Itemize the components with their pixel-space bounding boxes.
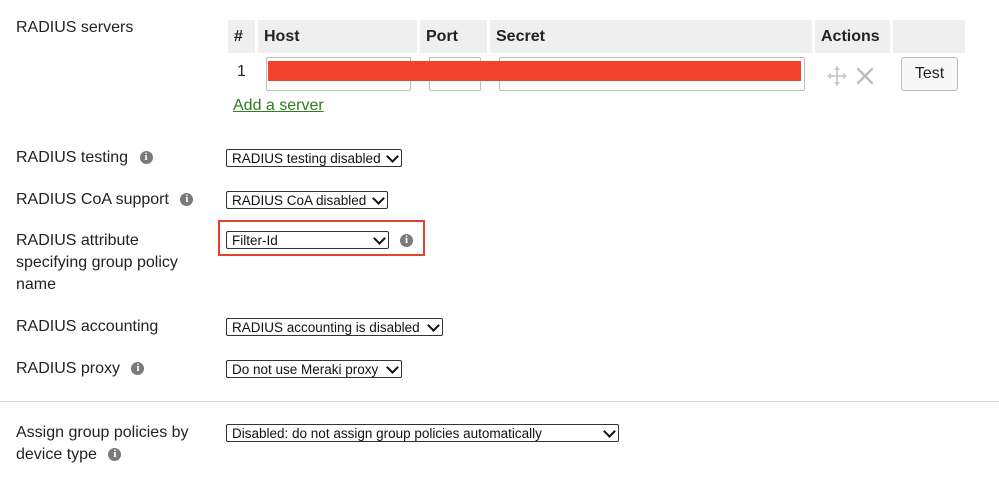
assign-group-policies-line2: device type: [16, 446, 97, 463]
radius-attribute-label: RADIUS attribute specifying group policy…: [16, 230, 178, 296]
column-header-actions: Actions: [815, 20, 890, 53]
radius-attribute-select[interactable]: Filter-Id: [226, 231, 389, 249]
radius-accounting-select[interactable]: RADIUS accounting is disabled: [226, 318, 443, 336]
column-header-host: Host: [258, 20, 417, 53]
radius-coa-value: RADIUS CoA disabled: [232, 193, 367, 208]
chevron-down-icon: [372, 192, 385, 205]
row-number: 1: [237, 63, 246, 80]
assign-group-policies-value: Disabled: do not assign group policies a…: [232, 426, 542, 441]
assign-group-policies-line1: Assign group policies by: [16, 424, 189, 441]
radius-proxy-select[interactable]: Do not use Meraki proxy: [226, 360, 402, 378]
radius-coa-label: RADIUS CoA support i: [16, 189, 194, 211]
chevron-down-icon: [427, 319, 440, 332]
radius-testing-value: RADIUS testing disabled: [232, 151, 381, 166]
radius-testing-select[interactable]: RADIUS testing disabled: [226, 149, 402, 167]
radius-testing-text: RADIUS testing: [16, 149, 129, 166]
radius-attribute-label-line3: name: [16, 276, 57, 293]
test-button[interactable]: Test: [901, 57, 958, 91]
move-icon[interactable]: [827, 66, 847, 86]
radius-attribute-label-line2: specifying group policy: [16, 254, 178, 271]
delete-icon[interactable]: [856, 67, 874, 85]
radius-proxy-label: RADIUS proxy i: [16, 358, 145, 380]
radius-servers-label: RADIUS servers: [16, 19, 134, 36]
info-icon[interactable]: i: [400, 234, 413, 247]
radius-coa-select[interactable]: RADIUS CoA disabled: [226, 191, 388, 209]
radius-testing-label: RADIUS testing i: [16, 147, 153, 169]
info-icon[interactable]: i: [131, 362, 145, 376]
radius-attribute-label-line1: RADIUS attribute: [16, 232, 139, 249]
radius-accounting-value: RADIUS accounting is disabled: [232, 320, 420, 335]
chevron-down-icon: [603, 425, 616, 438]
radius-proxy-value: Do not use Meraki proxy: [232, 362, 379, 377]
add-server-link[interactable]: Add a server: [233, 97, 324, 115]
radius-accounting-label: RADIUS accounting: [16, 318, 159, 335]
column-header-secret: Secret: [490, 20, 812, 53]
info-icon[interactable]: i: [180, 193, 194, 207]
section-divider: [0, 401, 999, 402]
info-icon[interactable]: i: [139, 151, 153, 165]
assign-group-policies-select[interactable]: Disabled: do not assign group policies a…: [226, 424, 619, 442]
assign-group-policies-label: Assign group policies by device type i: [16, 422, 189, 466]
chevron-down-icon: [386, 361, 399, 374]
chevron-down-icon: [373, 232, 386, 245]
column-header-blank: [893, 20, 965, 53]
radius-proxy-text: RADIUS proxy: [16, 360, 121, 377]
redaction-bar: [268, 61, 801, 81]
column-header-num: #: [228, 20, 255, 53]
info-icon[interactable]: i: [108, 448, 122, 462]
column-header-port: Port: [420, 20, 487, 53]
radius-coa-text: RADIUS CoA support: [16, 191, 169, 208]
chevron-down-icon: [386, 150, 399, 163]
radius-attribute-value: Filter-Id: [232, 233, 278, 248]
